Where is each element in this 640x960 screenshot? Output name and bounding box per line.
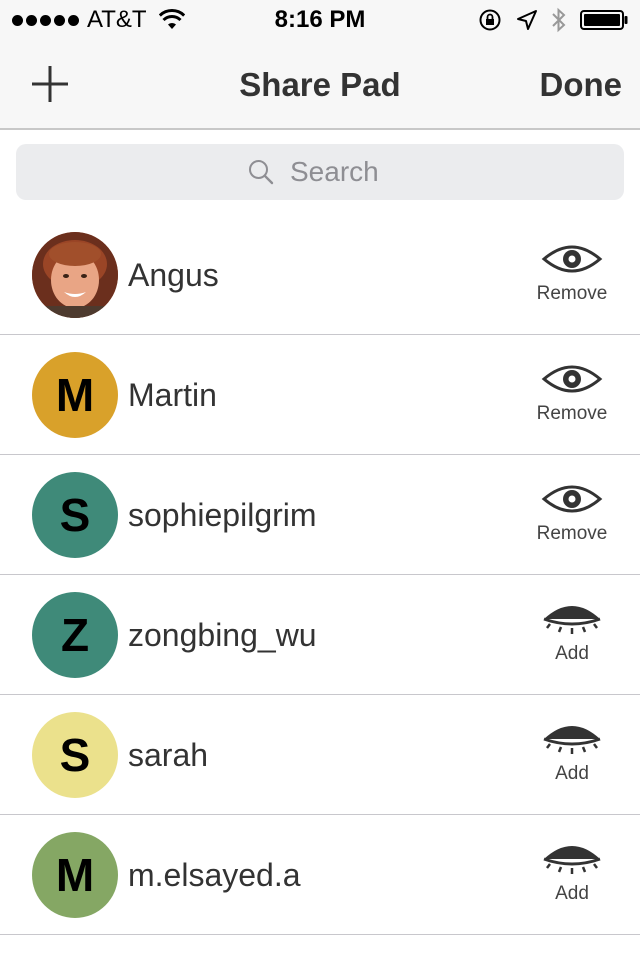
avatar: [32, 232, 118, 318]
avatar: M: [32, 832, 118, 918]
user-name: Martin: [128, 377, 217, 413]
avatar-letter: M: [55, 369, 95, 421]
action-label: Add: [555, 883, 589, 904]
status-left: AT&T: [12, 6, 185, 34]
list-item[interactable]: Angus Remove: [0, 215, 640, 335]
eye-open-icon: [541, 485, 603, 513]
avatar-letter: M: [55, 849, 95, 901]
add-button[interactable]: Add: [524, 839, 620, 925]
add-button[interactable]: Add: [524, 719, 620, 805]
action-label: Add: [555, 643, 589, 664]
remove-button[interactable]: Remove: [524, 239, 620, 325]
list-item[interactable]: M Martin Remove: [0, 335, 640, 455]
status-bar: AT&T 8:16 PM: [0, 0, 640, 40]
list-item[interactable]: S sophiepilgrim Remove: [0, 455, 640, 575]
avatar: Z: [32, 592, 118, 678]
navigation-bar: Share Pad Done: [0, 40, 640, 130]
avatar: S: [32, 712, 118, 798]
bluetooth-icon: [552, 7, 566, 33]
signal-strength-icon: [12, 14, 79, 26]
plus-icon[interactable]: [30, 64, 70, 104]
status-right: [478, 6, 628, 34]
remove-button[interactable]: Remove: [524, 479, 620, 565]
avatar-letter: S: [59, 729, 91, 781]
user-list: Angus Remove M Martin Remove S sophiepil…: [0, 215, 640, 935]
action-label: Remove: [536, 283, 608, 304]
list-item[interactable]: M m.elsayed.a Add: [0, 815, 640, 935]
action-label: Remove: [536, 403, 608, 424]
eye-open-icon: [541, 365, 603, 393]
orientation-lock-icon: [479, 9, 501, 31]
user-name: zongbing_wu: [128, 617, 317, 653]
user-name: sophiepilgrim: [128, 497, 317, 533]
list-item[interactable]: Z zongbing_wu Add: [0, 575, 640, 695]
add-button[interactable]: Add: [524, 599, 620, 685]
action-label: Add: [555, 763, 589, 784]
location-arrow-icon: [517, 10, 537, 30]
avatar: S: [32, 472, 118, 558]
carrier-label: AT&T: [87, 6, 147, 33]
battery-icon: [580, 10, 628, 30]
eye-closed-icon: [543, 846, 601, 874]
user-name: m.elsayed.a: [128, 857, 301, 893]
search-input[interactable]: [288, 155, 392, 189]
user-name: sarah: [128, 737, 209, 773]
search-bar[interactable]: [16, 144, 624, 200]
eye-open-icon: [541, 245, 603, 273]
avatar-letter: S: [59, 489, 91, 541]
wifi-icon: [158, 9, 185, 29]
remove-button[interactable]: Remove: [524, 359, 620, 445]
eye-closed-icon: [543, 606, 601, 634]
user-photo-avatar: [32, 232, 118, 318]
action-label: Remove: [536, 523, 608, 544]
list-item[interactable]: S sarah Add: [0, 695, 640, 815]
done-button[interactable]: Done: [540, 66, 623, 104]
search-icon: [249, 160, 274, 185]
eye-closed-icon: [543, 726, 601, 754]
avatar: M: [32, 352, 118, 438]
avatar-letter: Z: [60, 609, 90, 661]
user-name: Angus: [128, 257, 219, 293]
